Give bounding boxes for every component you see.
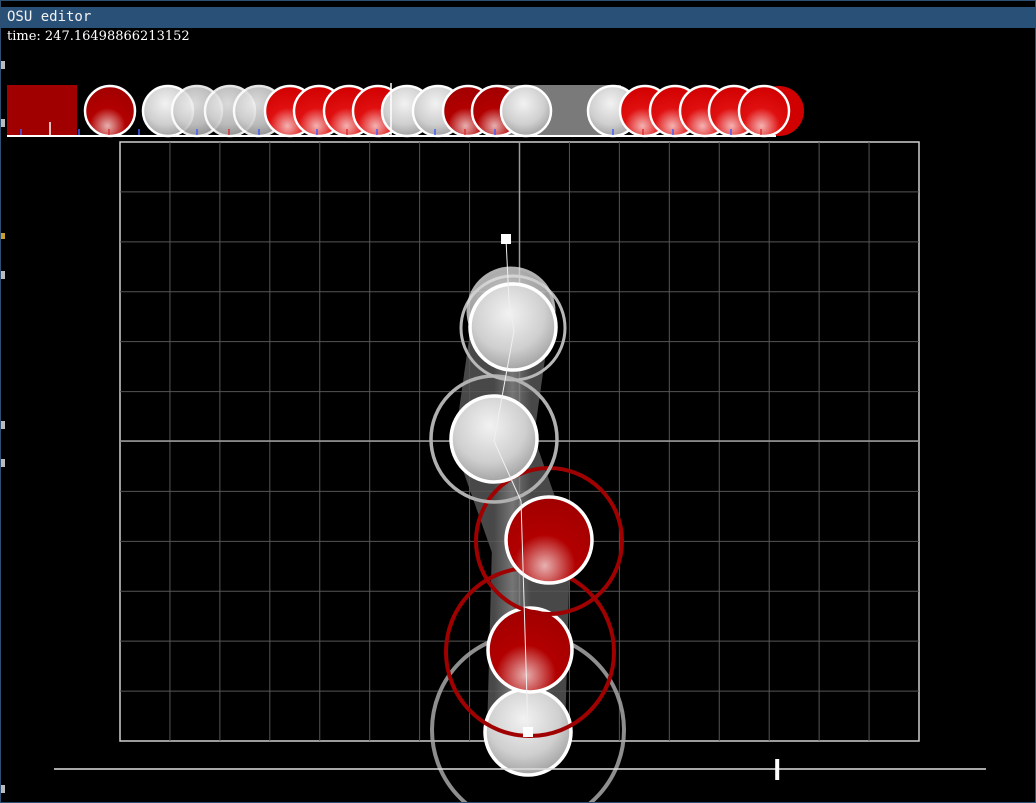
editor-window: OSU editor time: 247.16498866213152: [0, 0, 1036, 803]
slider-control-point[interactable]: [523, 727, 533, 737]
hit-circle[interactable]: [504, 495, 594, 585]
slider-control-point[interactable]: [501, 234, 511, 244]
editor-canvas: [7, 83, 986, 802]
timeline-slider-body: [7, 85, 77, 136]
timeline-strip[interactable]: [7, 83, 804, 138]
scrubber-handle[interactable]: [775, 759, 780, 780]
hit-circle[interactable]: [486, 606, 574, 694]
playfield[interactable]: [119, 141, 920, 802]
timeline-hit-circle[interactable]: [499, 84, 553, 138]
timeline-hit-circle[interactable]: [737, 84, 791, 138]
timeline-hit-circle[interactable]: [83, 84, 137, 138]
